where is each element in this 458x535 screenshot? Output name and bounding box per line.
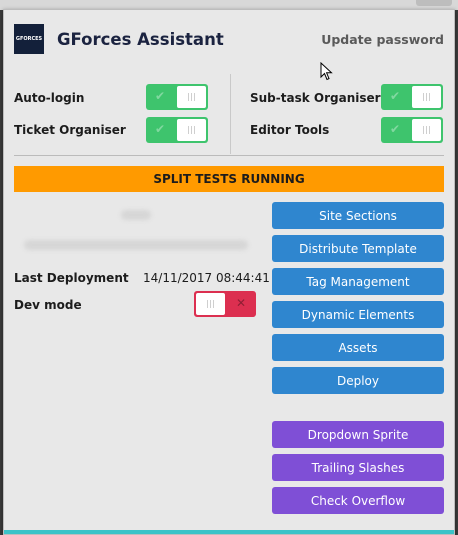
check-icon: ✔ <box>390 122 401 136</box>
extension-popup: GFORCES GForces Assistant Update passwor… <box>3 9 455 535</box>
subtask-organiser-toggle[interactable]: ✔ <box>381 84 443 110</box>
dropdown-sprite-button[interactable]: Dropdown Sprite <box>272 421 444 448</box>
column-divider <box>230 74 231 154</box>
check-icon: ✔ <box>390 89 401 103</box>
app-title: GForces Assistant <box>57 30 224 49</box>
update-password-link[interactable]: Update password <box>321 32 444 47</box>
editor-tools-toggle[interactable]: ✔ <box>381 117 443 143</box>
split-tests-banner: SPLIT TESTS RUNNING <box>14 166 444 192</box>
site-sections-button[interactable]: Site Sections <box>272 202 444 229</box>
toggle-knob <box>177 86 206 108</box>
last-deployment-label: Last Deployment <box>14 271 129 285</box>
dynamic-elements-button[interactable]: Dynamic Elements <box>272 301 444 328</box>
accent-bar <box>4 530 454 534</box>
ticket-organiser-toggle[interactable]: ✔ <box>146 117 208 143</box>
toggle-knob <box>177 119 206 141</box>
last-deployment-value: 14/11/2017 08:44:41 <box>143 271 270 285</box>
auto-login-toggle[interactable]: ✔ <box>146 84 208 110</box>
check-icon: ✔ <box>155 89 166 103</box>
auto-login-label: Auto-login <box>14 91 85 105</box>
toggle-knob <box>412 86 441 108</box>
deploy-button[interactable]: Deploy <box>272 367 444 394</box>
close-icon: ✕ <box>235 296 246 310</box>
tag-management-button[interactable]: Tag Management <box>272 268 444 295</box>
redacted-text <box>121 210 151 220</box>
ticket-organiser-label: Ticket Organiser <box>14 123 126 137</box>
assets-button[interactable]: Assets <box>272 334 444 361</box>
trailing-slashes-button[interactable]: Trailing Slashes <box>272 454 444 481</box>
mouse-cursor-icon <box>320 62 333 81</box>
check-overflow-button[interactable]: Check Overflow <box>272 487 444 514</box>
subtask-organiser-label: Sub-task Organiser <box>250 91 381 105</box>
redacted-text <box>24 240 248 250</box>
check-icon: ✔ <box>155 122 166 136</box>
editor-tools-label: Editor Tools <box>250 123 330 137</box>
dev-mode-label: Dev mode <box>14 298 82 312</box>
toggle-knob <box>412 119 441 141</box>
logo-text: GFORCES <box>15 36 43 42</box>
distribute-template-button[interactable]: Distribute Template <box>272 235 444 262</box>
gforces-logo: GFORCES <box>14 24 44 54</box>
section-divider <box>14 155 444 156</box>
browser-strip <box>416 0 452 6</box>
dev-mode-toggle[interactable]: ✕ <box>194 291 256 317</box>
toggle-knob <box>196 293 225 315</box>
